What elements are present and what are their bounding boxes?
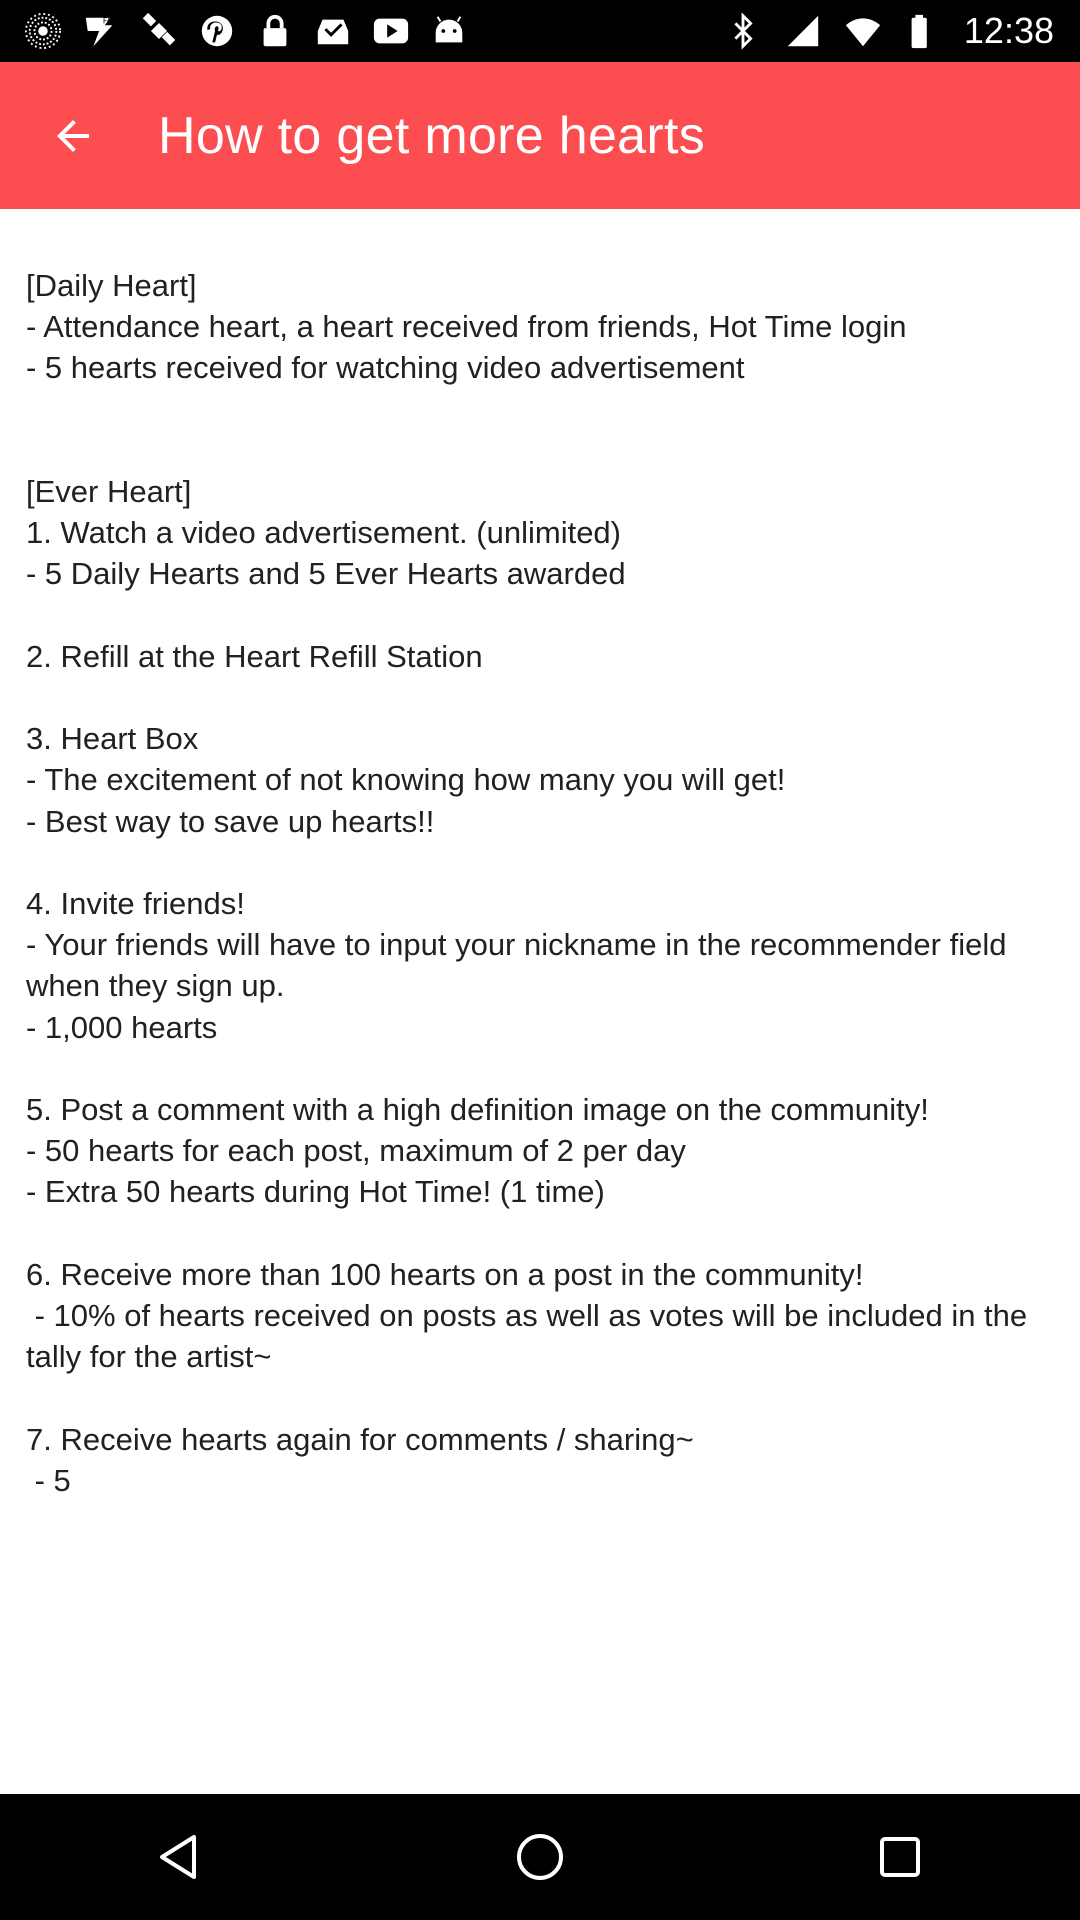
home-circle-icon — [517, 1834, 563, 1880]
nav-home-button[interactable] — [490, 1807, 590, 1907]
back-button[interactable] — [28, 91, 118, 181]
status-time: 12:38 — [963, 10, 1054, 51]
fake-gps-icon: FAKE — [82, 12, 120, 50]
status-right-icons: 12:38 — [724, 10, 1080, 52]
status-left-icons: FAKE — [0, 12, 468, 50]
arrow-back-icon — [57, 119, 89, 152]
recents-square-icon — [880, 1837, 920, 1877]
youtube-icon — [372, 12, 410, 50]
inbox-check-icon — [314, 12, 352, 50]
navigation-bar — [0, 1794, 1080, 1920]
page-title: How to get more hearts — [158, 106, 706, 165]
cellular-icon — [784, 12, 822, 50]
android-icon — [430, 12, 468, 50]
signal-burst-icon — [24, 12, 62, 50]
bluetooth-icon — [724, 12, 762, 50]
battery-icon — [904, 12, 942, 50]
hearts-info-text: [Daily Heart] - Attendance heart, a hear… — [26, 268, 1028, 1498]
wifi-icon — [844, 12, 882, 50]
back-triangle-icon — [160, 1835, 196, 1879]
pinterest-icon — [198, 12, 236, 50]
app-bar: How to get more hearts — [0, 62, 1080, 209]
status-bar: FAKE 12:38 — [0, 0, 1080, 62]
satellite-icon — [140, 12, 178, 50]
nav-back-button[interactable] — [130, 1807, 230, 1907]
lock-icon — [256, 12, 294, 50]
svg-text:FAKE: FAKE — [103, 16, 120, 25]
nav-recents-button[interactable] — [850, 1807, 950, 1907]
